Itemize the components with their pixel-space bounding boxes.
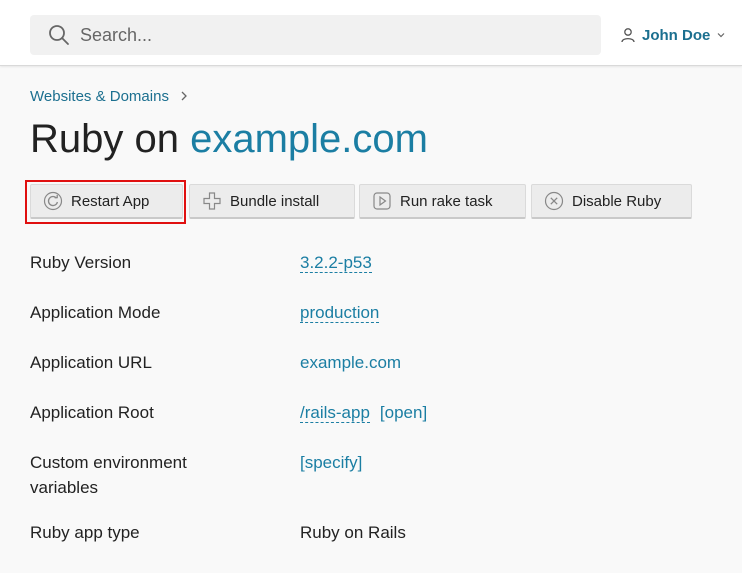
chevron-right-icon (181, 91, 187, 101)
user-name[interactable]: John Doe (642, 27, 710, 44)
close-circle-icon (544, 191, 564, 211)
property-label: Application URL (30, 353, 152, 372)
property-label: Ruby app type (30, 523, 140, 542)
property-label: Custom environment variables (30, 453, 187, 497)
page-title-prefix: Ruby on (30, 117, 179, 161)
disable-ruby-button[interactable]: Disable Ruby (531, 184, 692, 219)
restart-icon (43, 191, 63, 211)
search-input[interactable] (80, 15, 580, 55)
search-icon (49, 25, 69, 45)
bundle-install-label: Bundle install (230, 192, 320, 210)
ruby-version-link[interactable]: 3.2.2-p53 (300, 253, 372, 273)
page-title: Ruby on example.com (30, 117, 428, 167)
app-type-value: Ruby on Rails (300, 523, 406, 542)
top-header: John Doe (0, 0, 742, 66)
run-rake-task-button[interactable]: Run rake task (359, 184, 526, 219)
plus-icon (203, 192, 221, 210)
custom-env-specify-link[interactable]: [specify] (300, 453, 362, 472)
breadcrumb: Websites & Domains (30, 86, 189, 106)
property-label: Application Mode (30, 303, 161, 322)
bundle-install-button[interactable]: Bundle install (189, 184, 355, 219)
page-title-domain[interactable]: example.com (190, 117, 428, 161)
restart-app-button[interactable]: Restart App (30, 184, 183, 219)
run-rake-task-label: Run rake task (400, 192, 493, 210)
user-icon (621, 28, 635, 43)
property-label: Ruby Version (30, 253, 132, 272)
disable-ruby-label: Disable Ruby (572, 192, 662, 210)
app-url-link[interactable]: example.com (300, 353, 401, 372)
app-root-open-link[interactable]: [open] (380, 403, 427, 422)
breadcrumb-websites-domains[interactable]: Websites & Domains (30, 88, 169, 105)
user-menu[interactable]: John Doe (620, 24, 726, 46)
restart-app-label: Restart App (71, 192, 150, 210)
app-mode-link[interactable]: production (300, 303, 380, 323)
app-root-link[interactable]: /rails-app (300, 403, 370, 423)
search-box[interactable] (30, 15, 601, 55)
play-icon (373, 192, 391, 210)
chevron-down-icon (717, 33, 725, 38)
property-label: Application Root (30, 403, 154, 422)
